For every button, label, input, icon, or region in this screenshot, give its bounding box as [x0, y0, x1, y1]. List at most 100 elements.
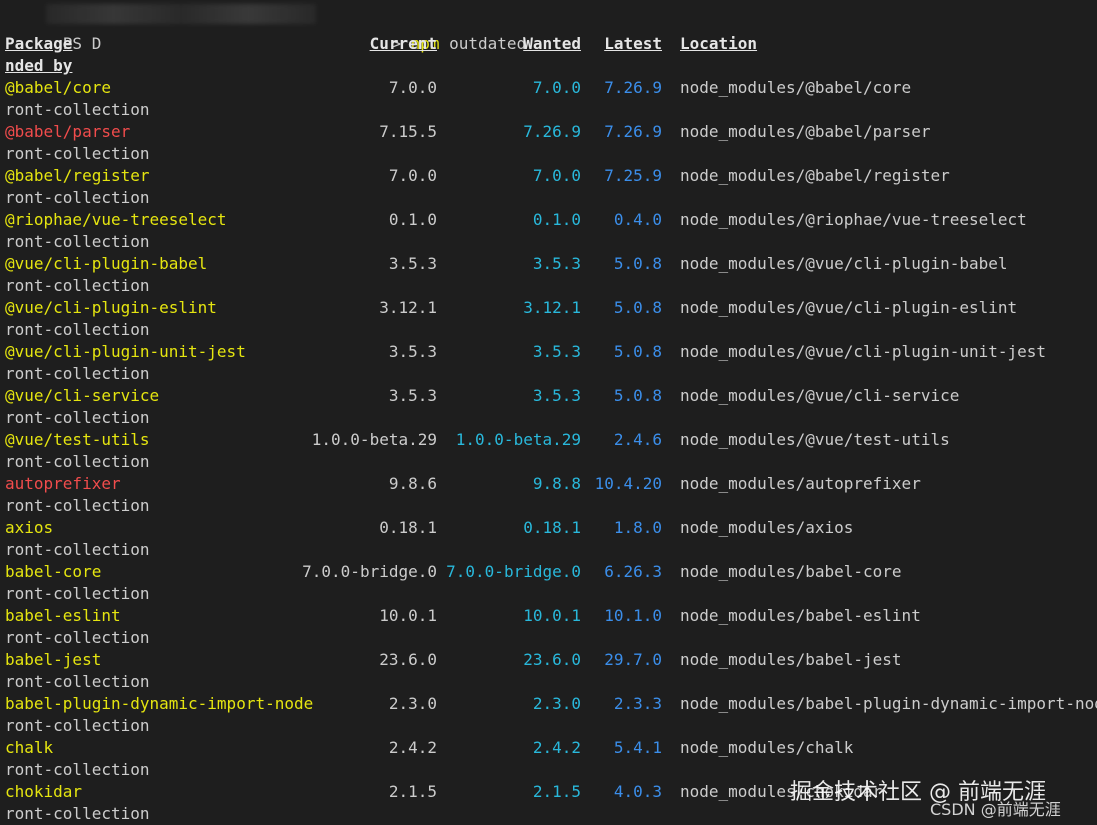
csdn-watermark: CSDN @前端无涯 — [930, 800, 1061, 819]
table-row: autoprefixer 9.8.6 9.8.8 10.4.20 node_module… — [0, 473, 1097, 495]
wanted-version: 3.5.3 — [532, 342, 581, 361]
current-version: 0.18.1 — [379, 518, 437, 537]
latest-version: 5.0.8 — [613, 298, 662, 317]
current-version: 2.3.0 — [388, 694, 437, 713]
table-row: @babel/core 7.0.0 7.0.0 7.26.9 node_modules/… — [0, 77, 1097, 99]
table-row-depended-by: ront-collection — [0, 143, 1097, 165]
package-name: @babel/register — [5, 166, 150, 185]
table-row-depended-by: ront-collection — [0, 231, 1097, 253]
depended-by: ront-collection — [5, 804, 150, 823]
current-version: 3.5.3 — [388, 342, 437, 361]
table-row: axios 0.18.1 0.18.1 1.8.0 node_modules/axios — [0, 517, 1097, 539]
current-version: 9.8.6 — [388, 474, 437, 493]
latest-version: 7.26.9 — [604, 78, 662, 97]
depended-by: ront-collection — [5, 496, 150, 515]
package-name: axios — [5, 518, 54, 537]
table-row-depended-by: ront-collection — [0, 275, 1097, 297]
package-location: node_modules/@riophae/vue-treeselect — [680, 210, 1027, 229]
latest-version: 2.3.3 — [613, 694, 662, 713]
table-row: babel-jest 23.6.0 23.6.0 29.7.0 node_modules… — [0, 649, 1097, 671]
package-location: node_modules/babel-eslint — [680, 606, 921, 625]
header-location: Location — [680, 34, 758, 53]
table-row-depended-by: ront-collection — [0, 495, 1097, 517]
package-location: node_modules/@babel/parser — [680, 122, 931, 141]
table-row-depended-by: ront-collection — [0, 319, 1097, 341]
package-location: node_modules/@vue/cli-plugin-eslint — [680, 298, 1018, 317]
current-version: 7.0.0-bridge.0 — [302, 562, 437, 581]
package-name: @riophae/vue-treeselect — [5, 210, 227, 229]
package-name: babel-core — [5, 562, 102, 581]
wanted-version: 7.0.0 — [532, 78, 581, 97]
table-row-depended-by: ront-collection — [0, 99, 1097, 121]
package-name: @vue/cli-service — [5, 386, 160, 405]
wanted-version: 7.0.0 — [532, 166, 581, 185]
package-name: @vue/cli-plugin-babel — [5, 254, 208, 273]
package-location: node_modules/@vue/cli-plugin-babel — [680, 254, 1008, 273]
current-version: 2.1.5 — [388, 782, 437, 801]
package-location: node_modules/babel-plugin-dynamic-import… — [680, 694, 1097, 713]
current-version: 3.12.1 — [379, 298, 437, 317]
header-depended-by: nded by — [5, 56, 73, 75]
header-current: Current — [369, 34, 437, 53]
latest-version: 5.0.8 — [613, 342, 662, 361]
package-location: node_modules/@vue/cli-plugin-unit-jest — [680, 342, 1047, 361]
depended-by: ront-collection — [5, 320, 150, 339]
table-row: babel-core 7.0.0-bridge.0 7.0.0-bridge.0 6.… — [0, 561, 1097, 583]
depended-by: ront-collection — [5, 760, 150, 779]
package-name: babel-plugin-dynamic-import-node — [5, 694, 314, 713]
depended-by: ront-collection — [5, 276, 150, 295]
latest-version: 5.0.8 — [613, 386, 662, 405]
depended-by: ront-collection — [5, 144, 150, 163]
current-version: 23.6.0 — [379, 650, 437, 669]
package-location: node_modules/@babel/core — [680, 78, 912, 97]
wanted-version: 2.4.2 — [532, 738, 581, 757]
table-row-depended-by: ront-collection — [0, 715, 1097, 737]
table-row: babel-plugin-dynamic-import-node 2.3.0 2.3… — [0, 693, 1097, 715]
current-version: 7.0.0 — [388, 166, 437, 185]
latest-version: 10.1.0 — [604, 606, 662, 625]
depended-by: ront-collection — [5, 232, 150, 251]
terminal-output[interactable]: PS D > npm outdated Package Current Wante… — [0, 0, 1097, 824]
depended-by: ront-collection — [5, 628, 150, 647]
wanted-version: 0.1.0 — [532, 210, 581, 229]
table-row-depended-by: ront-collection — [0, 627, 1097, 649]
latest-version: 29.7.0 — [604, 650, 662, 669]
table-row: @vue/test-utils 1.0.0-beta.29 1.0.0-beta.2… — [0, 429, 1097, 451]
header-package: Package — [5, 34, 73, 53]
table-row-depended-by: ront-collection — [0, 539, 1097, 561]
latest-version: 1.8.0 — [613, 518, 662, 537]
wanted-version: 23.6.0 — [523, 650, 581, 669]
wanted-version: 9.8.8 — [532, 474, 581, 493]
package-location: node_modules/@vue/cli-service — [680, 386, 960, 405]
redacted-path — [46, 4, 316, 24]
current-version: 0.1.0 — [388, 210, 437, 229]
package-location: node_modules/axios — [680, 518, 854, 537]
table-row: babel-eslint 10.0.1 10.0.1 10.1.0 node_modul… — [0, 605, 1097, 627]
package-name: @vue/cli-plugin-unit-jest — [5, 342, 246, 361]
table-row: @vue/cli-plugin-unit-jest 3.5.3 3.5.3 5.0.8… — [0, 341, 1097, 363]
depended-by: ront-collection — [5, 584, 150, 603]
depended-by: ront-collection — [5, 188, 150, 207]
depended-by: ront-collection — [5, 100, 150, 119]
current-version: 7.15.5 — [379, 122, 437, 141]
table-header: Package Current Wanted Latest Location — [0, 33, 1097, 55]
latest-version: 0.4.0 — [613, 210, 662, 229]
table-row-depended-by: ront-collection — [0, 187, 1097, 209]
package-name: babel-eslint — [5, 606, 121, 625]
table-row-depended-by: ront-collection — [0, 451, 1097, 473]
package-name: @babel/core — [5, 78, 111, 97]
table-header-wrap: nded by — [0, 55, 1097, 77]
package-location: node_modules/autoprefixer — [680, 474, 921, 493]
table-row-depended-by: ront-collection — [0, 407, 1097, 429]
package-name: @babel/parser — [5, 122, 131, 141]
wanted-version: 2.3.0 — [532, 694, 581, 713]
latest-version: 10.4.20 — [594, 474, 662, 493]
package-name: chokidar — [5, 782, 83, 801]
table-row: @babel/register 7.0.0 7.0.0 7.25.9 node_modu… — [0, 165, 1097, 187]
latest-version: 5.4.1 — [613, 738, 662, 757]
wanted-version: 7.26.9 — [523, 122, 581, 141]
wanted-version: 3.5.3 — [532, 386, 581, 405]
current-version: 10.0.1 — [379, 606, 437, 625]
latest-version: 2.4.6 — [613, 430, 662, 449]
wanted-version: 3.12.1 — [523, 298, 581, 317]
